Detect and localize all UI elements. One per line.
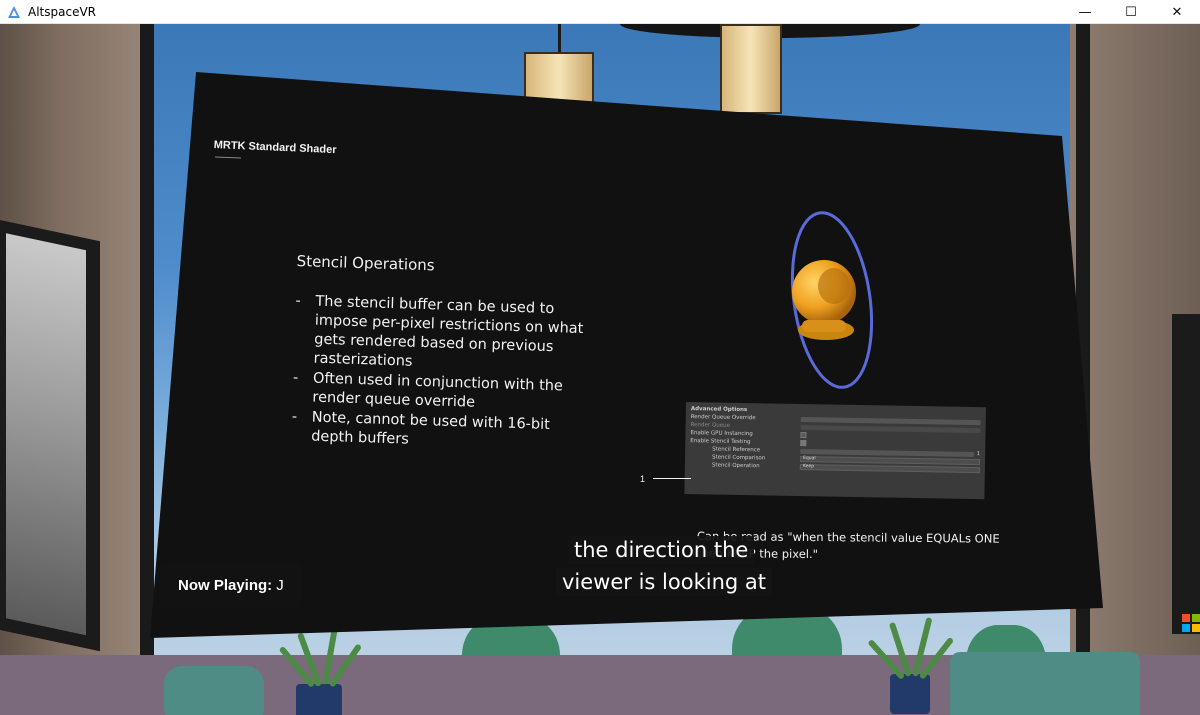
gpu-instancing-checkbox: [800, 432, 807, 439]
logo-square: [1182, 614, 1190, 622]
logo-square: [1192, 624, 1200, 632]
right-wall-painting: [1172, 314, 1200, 634]
sofa: [164, 666, 264, 715]
maximize-button[interactable]: ☐: [1108, 0, 1154, 24]
now-playing-label: Now Playing:: [178, 576, 273, 594]
bullet-dash: -: [292, 369, 299, 387]
shader-preview-sphere-icon: [790, 211, 874, 389]
bullet-text: The stencil buffer can be used to impose…: [313, 293, 584, 370]
subtitle-line-1: the direction the: [568, 536, 755, 564]
pointer-line: [653, 478, 691, 479]
bullet-item: - The stencil buffer can be used to impo…: [293, 292, 595, 377]
slide-bullet-list: Stencil Operations - The stencil buffer …: [291, 252, 597, 456]
minimize-button[interactable]: —: [1062, 0, 1108, 24]
logo-square: [1182, 624, 1190, 632]
stencil-testing-checkbox: [800, 440, 807, 447]
bullet-item: - Note, cannot be used with 16-bit depth…: [291, 408, 592, 455]
stencil-operation-dropdown: Keep: [799, 463, 980, 474]
unity-inspector-panel: Advanced Options Render Queue Override R…: [684, 402, 986, 500]
microsoft-logo-icon: [1182, 614, 1200, 632]
now-playing-value: J: [276, 576, 284, 594]
window-titlebar: AltspaceVR — ☐ ✕: [0, 0, 1200, 24]
window-controls: — ☐ ✕: [1062, 0, 1200, 24]
slide-title-underline: [214, 156, 242, 159]
slide-heading: Stencil Operations: [296, 252, 435, 275]
inspector-section-title: Advanced Options: [690, 406, 748, 414]
now-playing-panel[interactable]: Now Playing: J: [160, 562, 302, 608]
subtitle-line-2: viewer is looking at: [556, 568, 772, 596]
stencil-reference-value: 1: [976, 451, 981, 458]
sofa: [950, 652, 1140, 715]
bullet-dash: -: [295, 292, 301, 310]
vr-scene[interactable]: MRTK Standard Shader Stencil Operations …: [0, 24, 1200, 715]
painting-canvas: [6, 233, 86, 636]
left-wall-painting: [0, 220, 100, 652]
altspace-logo-icon: [6, 4, 22, 20]
close-button[interactable]: ✕: [1154, 0, 1200, 24]
plant-pot: [296, 684, 342, 715]
bullet-dash: -: [291, 408, 298, 426]
lamp-chain: [558, 24, 561, 54]
window-title: AltspaceVR: [28, 4, 96, 19]
plant-pot: [890, 674, 930, 714]
hanging-lantern: [720, 24, 782, 114]
pointer-label: 1: [640, 474, 646, 484]
inspector-label: Stencil Operation: [711, 462, 760, 470]
slide-title: MRTK Standard Shader: [213, 139, 337, 157]
logo-square: [1192, 614, 1200, 622]
bullet-text: Note, cannot be used with 16-bit depth b…: [310, 409, 551, 448]
